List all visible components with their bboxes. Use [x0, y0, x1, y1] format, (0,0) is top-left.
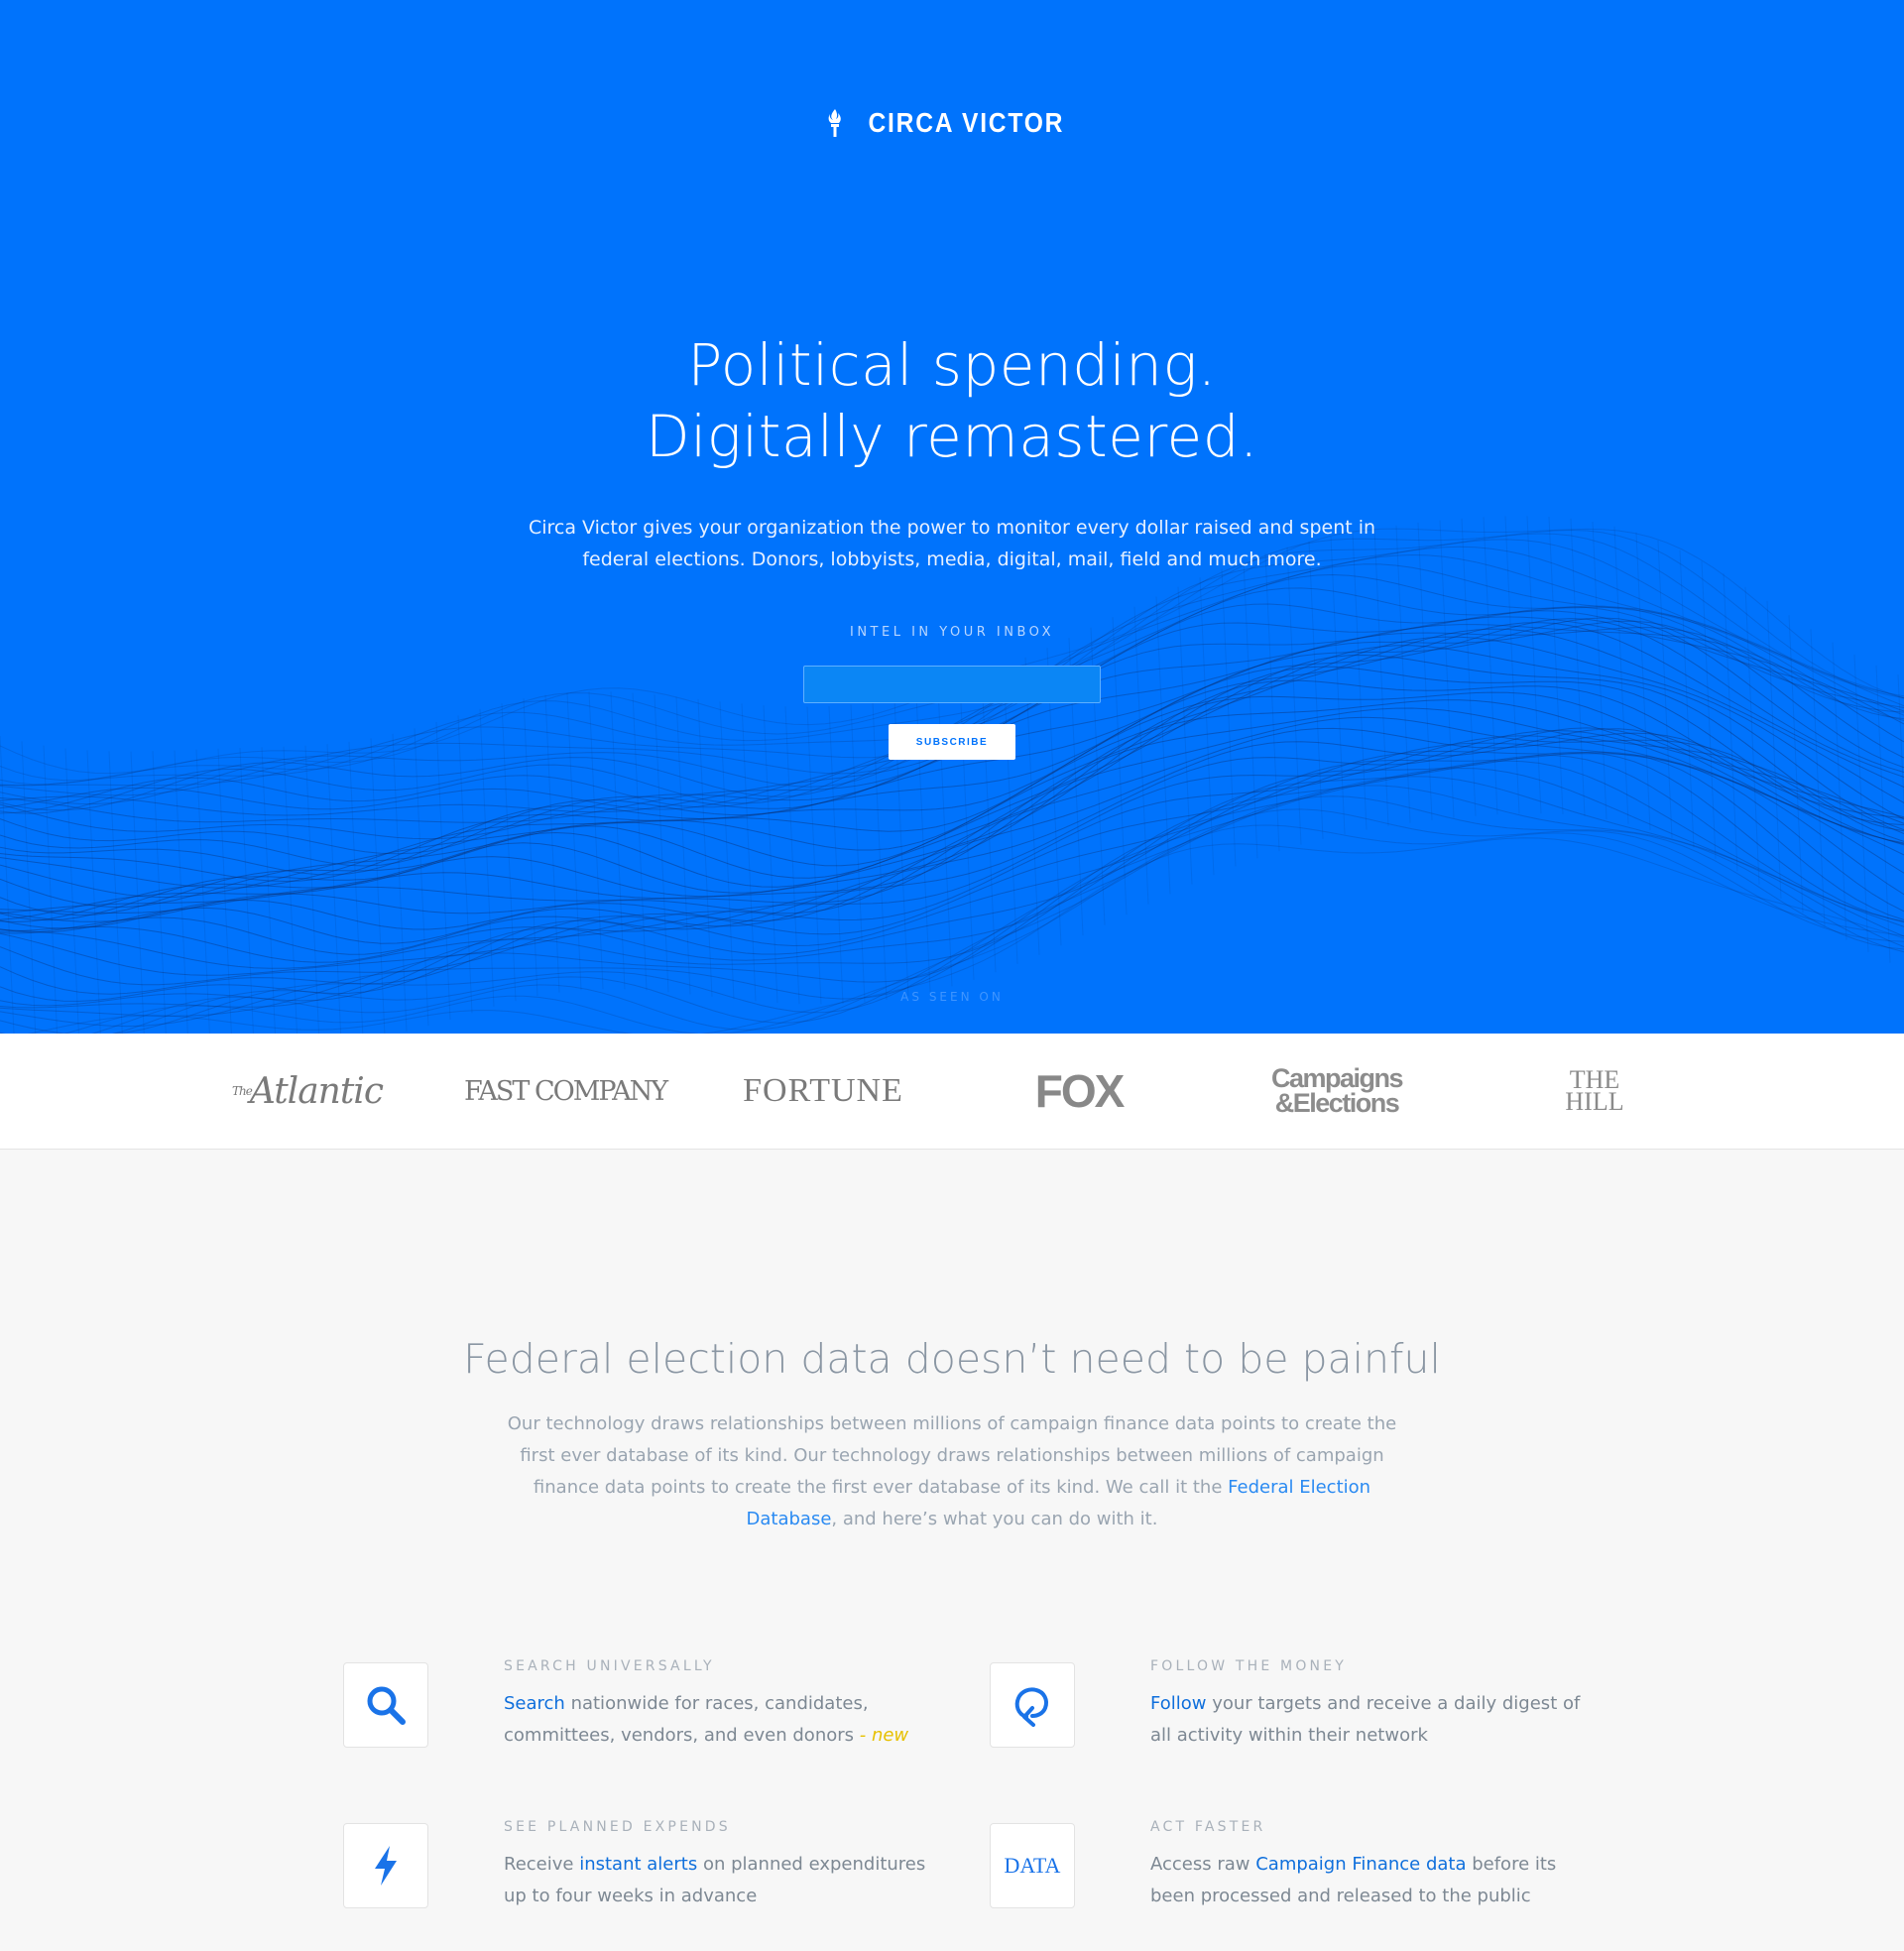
feature-label: FOLLOW THE MONEY: [1150, 1658, 1348, 1674]
lightning-icon: [343, 1823, 428, 1908]
section-title: Federal election data doesn’t need to be…: [463, 1335, 1441, 1383]
atlantic-name: Atlantic: [249, 1070, 384, 1112]
campaigns-line-2: &Elections: [1274, 1088, 1400, 1118]
logo-the-atlantic[interactable]: The Atlantic: [188, 1034, 426, 1149]
feature-text: Receive instant alerts on planned expend…: [504, 1849, 940, 1912]
feature-act-faster: DATA ACT FASTER Access raw Campaign Fina…: [990, 1819, 1556, 1932]
headline-line-1: Political spending.: [687, 331, 1217, 399]
logo-campaigns-elections[interactable]: Campaigns &Elections: [1218, 1034, 1456, 1149]
feature-label: SEE PLANNED EXPENDS: [504, 1819, 731, 1835]
feature-search: SEARCH UNIVERSALLY Search nationwide for…: [343, 1658, 908, 1771]
hero-section: CIRCA VICTOR Political spending. Digital…: [0, 0, 1904, 1034]
feature-planned-expends: SEE PLANNED EXPENDS Receive instant aler…: [343, 1819, 925, 1932]
logo-fox[interactable]: FOX: [960, 1034, 1198, 1149]
feature-text-pre: Access raw: [1150, 1854, 1256, 1875]
feature-text-pre: Receive: [504, 1854, 580, 1875]
hero-headline: Political spending. Digitally remastered…: [0, 329, 1904, 472]
intel-label: INTEL IN YOUR INBOX: [850, 625, 1054, 640]
press-logo-bar: The Atlantic FAST COMPANY FORTUNE FOX Cam…: [0, 1034, 1904, 1150]
feature-label: ACT FASTER: [1150, 1819, 1266, 1835]
logo-fortune[interactable]: FORTUNE: [704, 1034, 942, 1149]
feature-follow: FOLLOW THE MONEY Follow your targets and…: [990, 1658, 1580, 1771]
logo-fast-company[interactable]: FAST COMPANY: [446, 1034, 684, 1149]
feature-text: Follow your targets and receive a daily …: [1150, 1688, 1587, 1752]
data-icon-text: DATA: [1004, 1853, 1061, 1878]
search-icon: [343, 1662, 428, 1748]
as-seen-on-label: AS SEEN ON: [900, 990, 1004, 1004]
brand-name: CIRCA VICTOR: [868, 107, 1064, 138]
brand-logo[interactable]: CIRCA VICTOR: [0, 107, 1904, 139]
feature-text-body: your targets and receive a daily digest …: [1150, 1693, 1581, 1746]
email-input[interactable]: [803, 666, 1101, 703]
section-body: Our technology draws relationships betwe…: [506, 1408, 1398, 1535]
data-icon: DATA: [990, 1823, 1075, 1908]
logo-the-hill[interactable]: THE HILL: [1476, 1034, 1714, 1149]
campaign-finance-data-link[interactable]: Campaign Finance data: [1255, 1854, 1466, 1875]
headline-line-2: Digitally remastered.: [646, 403, 1258, 470]
subscribe-button[interactable]: SUBSCRIBE: [889, 724, 1015, 760]
feature-label: SEARCH UNIVERSALLY: [504, 1658, 715, 1674]
search-link[interactable]: Search: [504, 1693, 565, 1714]
follow-link[interactable]: Follow: [1150, 1693, 1206, 1714]
new-badge: - new: [859, 1725, 909, 1746]
feature-text: Access raw Campaign Finance data before …: [1150, 1849, 1587, 1912]
hero-subtext: Circa Victor gives your organization the…: [528, 517, 1376, 570]
feature-text: Search nationwide for races, candidates,…: [504, 1688, 940, 1752]
follow-arrow-icon: [990, 1662, 1075, 1748]
section-body-tail: , and here’s what you can do with it.: [831, 1509, 1158, 1529]
hill-line-2: HILL: [1565, 1087, 1624, 1116]
torch-icon: [827, 108, 843, 138]
instant-alerts-link[interactable]: instant alerts: [579, 1854, 697, 1875]
